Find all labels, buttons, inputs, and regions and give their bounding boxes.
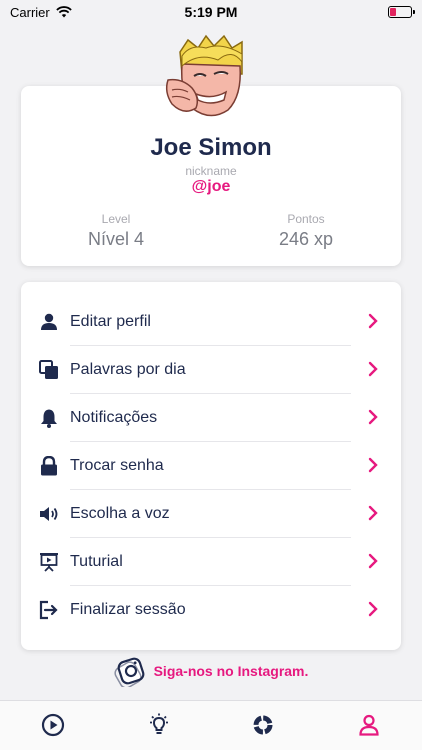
instagram-link[interactable]: Siga-nos no Instagram.	[0, 654, 422, 688]
carrier-group: Carrier	[10, 5, 72, 20]
profile-name: Joe Simon	[150, 134, 272, 161]
chevron-right-icon	[368, 457, 378, 473]
logout-icon	[39, 600, 58, 620]
menu-item-notifications[interactable]: Notificações	[21, 394, 401, 442]
speaker-icon	[40, 507, 58, 521]
settings-menu: Editar perfil Palavras por dia Notificaç…	[21, 282, 401, 650]
chevron-right-icon	[368, 553, 378, 569]
battery-icon	[388, 6, 415, 18]
nickname-label: nickname	[185, 164, 237, 178]
user-icon	[41, 313, 57, 330]
carrier-label: Carrier	[10, 4, 50, 20]
chevron-right-icon	[368, 601, 378, 617]
menu-item-logout[interactable]: Finalizar sessão	[21, 586, 401, 634]
play-icon[interactable]	[41, 713, 65, 737]
menu-item-label: Escolha a voz	[70, 505, 170, 522]
instagram-label: Siga-nos no Instagram.	[153, 663, 309, 679]
menu-item-tutorial[interactable]: Tuturial	[21, 538, 401, 586]
points-stat: Pontos 246 xp	[211, 212, 401, 250]
menu-item-label: Palavras por dia	[70, 361, 186, 378]
stats-icon[interactable]	[251, 713, 275, 737]
menu-item-label: Trocar senha	[70, 457, 164, 474]
status-bar: Carrier 5:19 PM	[0, 0, 422, 24]
chevron-right-icon	[368, 409, 378, 425]
menu-item-label: Notificações	[70, 409, 158, 426]
lock-icon	[41, 456, 57, 476]
instagram-logo-icon	[114, 657, 144, 687]
copy-icon	[39, 360, 58, 379]
level-label: Level	[101, 212, 131, 226]
lightbulb-icon[interactable]	[147, 713, 171, 737]
menu-item-label: Tuturial	[70, 553, 123, 570]
menu-item-change-password[interactable]: Trocar senha	[21, 442, 401, 490]
points-value: 246 xp	[278, 229, 334, 249]
chevron-right-icon	[368, 313, 378, 329]
menu-item-label: Finalizar sessão	[70, 601, 186, 618]
menu-item-choose-voice[interactable]: Escolha a voz	[21, 490, 401, 538]
menu-item-label: Editar perfil	[70, 313, 151, 330]
clock: 5:19 PM	[184, 4, 238, 20]
points-label: Pontos	[287, 212, 325, 226]
presentation-icon	[40, 553, 58, 572]
level-value: Nível 4	[87, 229, 145, 249]
wifi-icon	[55, 6, 72, 18]
menu-item-words-per-day[interactable]: Palavras por dia	[21, 346, 401, 394]
avatar	[165, 34, 243, 117]
menu-item-edit-profile[interactable]: Editar perfil	[21, 298, 401, 346]
nickname-value: @joe	[191, 178, 231, 195]
chevron-right-icon	[368, 361, 378, 377]
level-stat: Level Nível 4	[21, 212, 211, 250]
tab-bar	[0, 700, 422, 750]
bell-icon	[41, 409, 57, 428]
chevron-right-icon	[368, 505, 378, 521]
profile-icon[interactable]	[357, 713, 381, 737]
